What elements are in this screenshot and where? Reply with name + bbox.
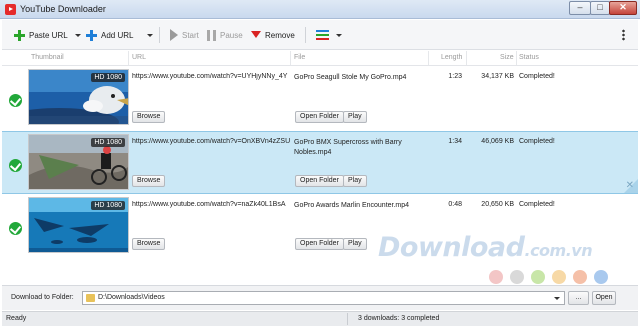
more-vertical-icon[interactable] xyxy=(622,29,625,41)
status-text: Completed! xyxy=(519,138,555,145)
status-text: Completed! xyxy=(519,73,555,80)
pause-button[interactable]: Pause xyxy=(207,26,243,44)
download-folder-label: Download to Folder: xyxy=(11,294,74,301)
window-title: YouTube Downloader xyxy=(20,4,106,14)
video-thumbnail: HD 1080 xyxy=(28,69,129,125)
title-bar: YouTube Downloader – □ ✕ xyxy=(0,0,640,19)
close-button[interactable]: ✕ xyxy=(609,1,637,15)
toolbar: Paste URL Add URL Start Pause Remove xyxy=(2,20,638,50)
video-thumbnail: HD 1080 xyxy=(28,134,129,190)
pause-label: Pause xyxy=(220,30,243,40)
file-name: GoPro Awards Marlin Encounter.mp4 xyxy=(294,202,410,209)
open-folder-button[interactable]: Open Folder xyxy=(295,111,344,123)
start-button[interactable]: Start xyxy=(170,26,199,44)
status-state: Ready xyxy=(6,315,27,322)
folder-icon xyxy=(86,294,95,302)
table-header: Thumbnail URL File Length Size Status xyxy=(2,51,638,66)
open-folder-button[interactable]: Open Folder xyxy=(295,238,344,250)
open-folder-button[interactable]: Open xyxy=(592,291,616,305)
folder-path-text: D:\Downloads\Videos xyxy=(98,294,165,301)
app-logo-icon xyxy=(5,4,16,15)
watermark-dots xyxy=(489,270,608,284)
video-length: 0:48 xyxy=(448,201,462,208)
download-row-selected[interactable]: HD 1080 https://www.youtube.com/watch?v=… xyxy=(2,131,638,194)
start-label: Start xyxy=(182,30,199,40)
status-divider xyxy=(347,313,348,325)
video-url: https://www.youtube.com/watch?v=UYHjyNNy… xyxy=(132,73,288,80)
status-summary: 3 downloads: 3 completed xyxy=(358,315,440,322)
column-header-url[interactable]: URL xyxy=(132,54,146,61)
plus-green-icon xyxy=(14,29,25,41)
chevron-down-icon[interactable] xyxy=(554,297,560,300)
add-url-label: Add URL xyxy=(101,30,134,40)
column-header-file[interactable]: File xyxy=(294,54,305,61)
paste-url-label: Paste URL xyxy=(29,30,68,40)
column-header-thumbnail[interactable]: Thumbnail xyxy=(31,54,64,61)
browse-button[interactable]: Browse xyxy=(132,175,166,187)
video-url: https://www.youtube.com/watch?v=naZk40L1… xyxy=(132,201,286,208)
watermark-dot xyxy=(552,270,566,284)
plus-blue-icon xyxy=(86,29,97,41)
chevron-down-icon[interactable] xyxy=(74,33,81,37)
column-header-status[interactable]: Status xyxy=(519,54,539,61)
file-name: GoPro Seagull Stole My GoPro.mp4 xyxy=(294,74,407,81)
watermark-logo: Download.com.vn xyxy=(378,232,593,263)
watermark-dot xyxy=(489,270,503,284)
column-divider[interactable] xyxy=(290,51,291,65)
column-divider[interactable] xyxy=(128,51,129,65)
remove-button[interactable]: Remove xyxy=(251,26,295,44)
play-button[interactable]: Play xyxy=(343,111,367,123)
check-circle-icon xyxy=(9,94,22,107)
remove-triangle-icon xyxy=(251,31,261,39)
file-size: 34,137 KB xyxy=(481,73,514,80)
file-size: 46,069 KB xyxy=(481,138,514,145)
add-url-button[interactable]: Add URL xyxy=(86,26,154,44)
folder-path-combobox[interactable]: D:\Downloads\Videos xyxy=(82,291,565,305)
video-url: https://www.youtube.com/watch?v=OnXBVn4z… xyxy=(132,138,291,145)
column-header-length[interactable]: Length xyxy=(441,54,462,61)
format-lines-icon xyxy=(316,30,329,40)
toolbar-divider xyxy=(159,27,160,43)
status-text: Completed! xyxy=(519,201,555,208)
check-circle-icon xyxy=(9,159,22,172)
video-length: 1:34 xyxy=(448,138,462,145)
open-folder-button[interactable]: Open Folder xyxy=(295,175,344,187)
watermark-dot xyxy=(531,270,545,284)
play-button[interactable]: Play xyxy=(343,238,367,250)
column-divider[interactable] xyxy=(428,51,429,65)
close-icon[interactable]: ✕ xyxy=(626,180,634,191)
watermark-dot xyxy=(573,270,587,284)
browse-button[interactable]: Browse xyxy=(132,111,166,123)
play-button[interactable]: Play xyxy=(343,175,367,187)
video-length: 1:23 xyxy=(448,73,462,80)
watermark-dot xyxy=(510,270,524,284)
file-name: GoPro BMX Supercross with Barry Nobles.m… xyxy=(294,139,402,156)
column-header-size[interactable]: Size xyxy=(500,54,514,61)
video-thumbnail: HD 1080 xyxy=(28,197,129,253)
chevron-down-icon[interactable] xyxy=(336,33,342,37)
browse-folder-button[interactable]: ... xyxy=(568,291,589,305)
status-bar: Ready 3 downloads: 3 completed xyxy=(2,311,638,326)
minimize-button[interactable]: – xyxy=(569,1,591,15)
download-row[interactable]: HD 1080 https://www.youtube.com/watch?v=… xyxy=(2,67,638,130)
file-size: 20,650 KB xyxy=(481,201,514,208)
format-button[interactable] xyxy=(316,26,342,44)
paste-url-button[interactable]: Paste URL xyxy=(14,26,81,44)
remove-label: Remove xyxy=(265,30,295,40)
quality-badge: HD 1080 xyxy=(91,201,125,210)
check-circle-icon xyxy=(9,222,22,235)
column-divider[interactable] xyxy=(516,51,517,65)
watermark-dot xyxy=(594,270,608,284)
quality-badge: HD 1080 xyxy=(91,138,125,147)
download-folder-bar: Download to Folder: D:\Downloads\Videos … xyxy=(2,285,638,310)
chevron-down-icon[interactable] xyxy=(147,33,154,37)
play-icon xyxy=(170,29,178,41)
pause-icon xyxy=(207,29,216,41)
quality-badge: HD 1080 xyxy=(91,73,125,82)
toolbar-divider xyxy=(305,27,306,43)
browse-button[interactable]: Browse xyxy=(132,238,166,250)
maximize-button[interactable]: □ xyxy=(590,1,610,15)
column-divider[interactable] xyxy=(466,51,467,65)
